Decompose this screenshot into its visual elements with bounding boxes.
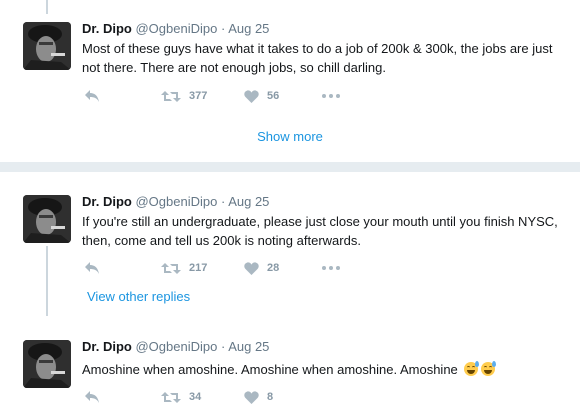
- tweet-body: Dr. Dipo @OgbeniDipo · Aug 25 Most of th…: [82, 20, 570, 77]
- author-name[interactable]: Dr. Dipo: [82, 21, 132, 36]
- conversation-card: Dr. Dipo @OgbeniDipo · Aug 25 Most of th…: [0, 0, 580, 163]
- retweet-icon: [161, 90, 181, 102]
- header-separator: ·: [220, 21, 226, 36]
- sweat-smile-emoji-icon: [464, 361, 480, 376]
- author-name[interactable]: Dr. Dipo: [82, 194, 132, 209]
- more-icon: [322, 266, 340, 270]
- more-icon: [322, 94, 340, 98]
- retweet-button[interactable]: 377: [161, 87, 207, 105]
- retweet-button[interactable]: 34: [161, 388, 201, 406]
- tweet-header: Dr. Dipo @OgbeniDipo · Aug 25: [82, 20, 570, 38]
- like-count: 28: [267, 262, 280, 274]
- more-button[interactable]: [322, 259, 340, 277]
- like-button[interactable]: 56: [244, 87, 279, 105]
- avatar[interactable]: [23, 340, 71, 388]
- tweet-text: Most of these guys have what it takes to…: [82, 41, 553, 75]
- tweet-text: Amoshine when amoshine. Amoshine when am…: [82, 362, 458, 377]
- tweet-body: Dr. Dipo @OgbeniDipo · Aug 25 If you're …: [82, 193, 570, 250]
- avatar-image: [23, 340, 71, 388]
- view-other-replies-link[interactable]: View other replies: [87, 289, 190, 304]
- reply-icon: [85, 391, 99, 403]
- header-separator: ·: [220, 194, 226, 209]
- retweet-icon: [161, 262, 181, 274]
- avatar[interactable]: [23, 22, 71, 70]
- sweat-smile-emoji-icon: [481, 361, 497, 376]
- tweet-actions: 34 8: [84, 388, 384, 406]
- tweet-header: Dr. Dipo @OgbeniDipo · Aug 25: [82, 193, 570, 211]
- like-count: 56: [267, 90, 280, 102]
- like-count: 8: [267, 391, 274, 403]
- heart-icon: [244, 89, 259, 103]
- conversation-card: Dr. Dipo @OgbeniDipo · Aug 25 If you're …: [0, 171, 580, 408]
- author-handle[interactable]: @OgbeniDipo: [135, 21, 217, 36]
- reply-button[interactable]: [84, 259, 100, 277]
- tweet-text: If you're still an undergraduate, please…: [82, 214, 558, 248]
- reply-button[interactable]: [84, 388, 100, 406]
- reply-icon: [85, 262, 99, 274]
- reply-button[interactable]: [84, 87, 100, 105]
- like-button[interactable]: 28: [244, 259, 279, 277]
- heart-icon: [244, 390, 259, 404]
- retweet-count: 217: [189, 262, 208, 274]
- author-handle[interactable]: @OgbeniDipo: [135, 339, 217, 354]
- heart-icon: [244, 261, 259, 275]
- retweet-button[interactable]: 217: [161, 259, 207, 277]
- retweet-icon: [161, 391, 181, 403]
- tweet-timestamp[interactable]: Aug 25: [228, 194, 269, 209]
- more-button[interactable]: [322, 87, 340, 105]
- retweet-count: 377: [189, 90, 208, 102]
- author-handle[interactable]: @OgbeniDipo: [135, 194, 217, 209]
- like-button[interactable]: 8: [244, 388, 273, 406]
- avatar-image: [23, 195, 71, 243]
- avatar-image: [23, 22, 71, 70]
- show-more-link[interactable]: Show more: [0, 129, 580, 144]
- tweet-timestamp[interactable]: Aug 25: [228, 339, 269, 354]
- tweet-body: Dr. Dipo @OgbeniDipo · Aug 25 Amoshine w…: [82, 338, 570, 379]
- avatar[interactable]: [23, 195, 71, 243]
- author-name[interactable]: Dr. Dipo: [82, 339, 132, 354]
- thread-line: [46, 246, 48, 316]
- tweet-actions: 377 56: [84, 87, 384, 105]
- retweet-count: 34: [189, 391, 202, 403]
- tweet-header: Dr. Dipo @OgbeniDipo · Aug 25: [82, 338, 570, 356]
- tweet-timestamp[interactable]: Aug 25: [228, 21, 269, 36]
- reply-icon: [85, 90, 99, 102]
- thread-line: [46, 0, 48, 14]
- header-separator: ·: [220, 339, 226, 354]
- tweet-actions: 217 28: [84, 259, 384, 277]
- tweet-text-container: Amoshine when amoshine. Amoshine when am…: [82, 360, 570, 379]
